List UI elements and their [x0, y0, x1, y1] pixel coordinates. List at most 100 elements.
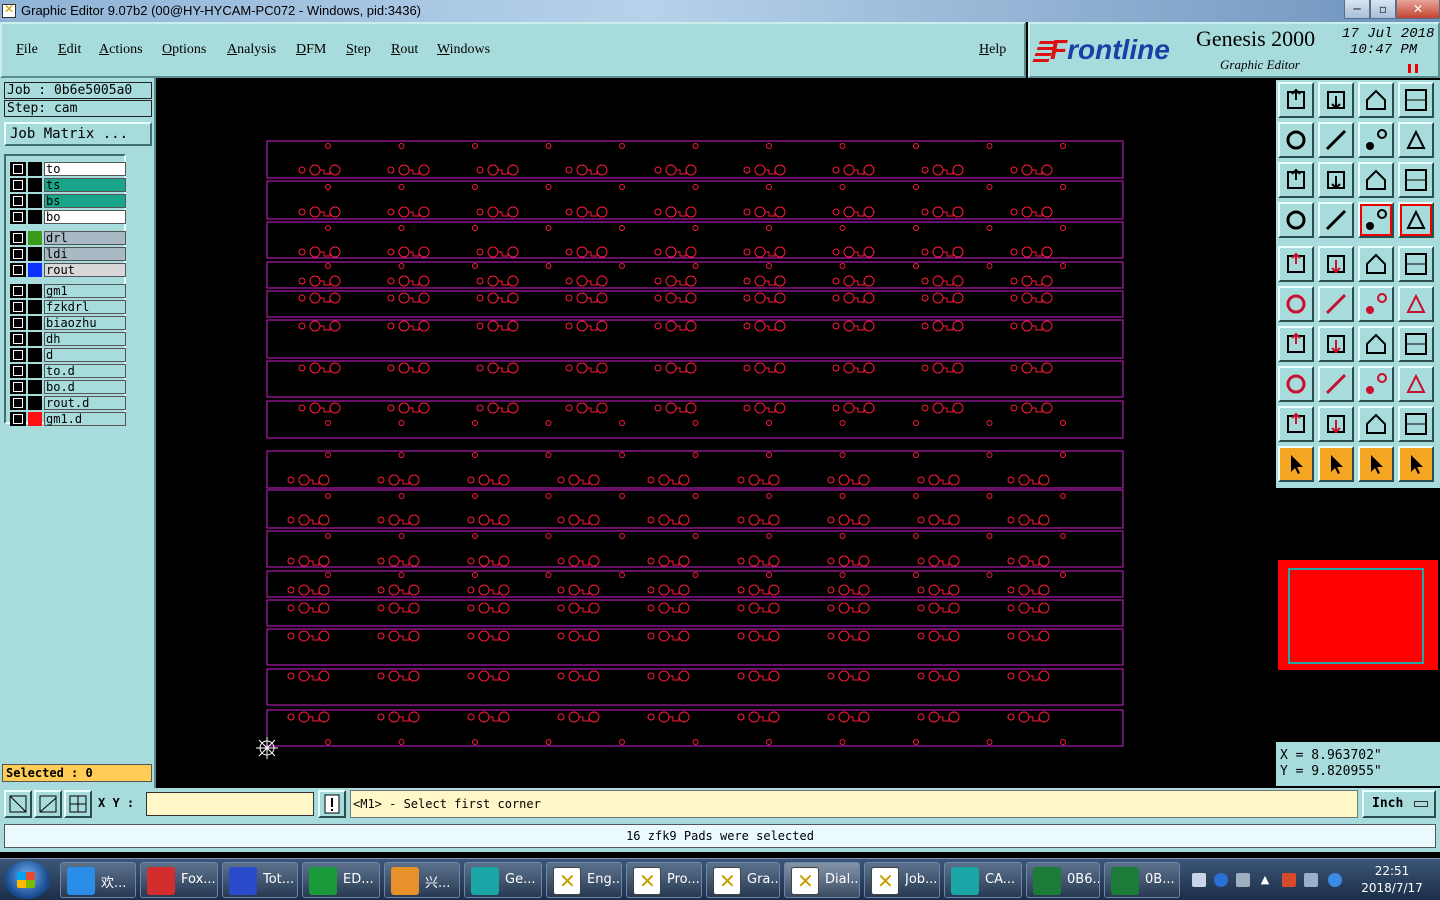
layer-red-button[interactable] [1358, 202, 1394, 238]
layer-name[interactable]: ldi [44, 247, 126, 261]
close-button[interactable]: ✕ [1396, 0, 1440, 19]
xy-input[interactable] [146, 792, 314, 816]
zoom-home-button[interactable] [1318, 162, 1354, 198]
layer-checkbox[interactable] [10, 348, 26, 362]
layer-color-swatch[interactable] [28, 380, 42, 394]
menu-help[interactable]: Help [979, 42, 1006, 58]
line-node-button[interactable] [1358, 286, 1394, 322]
layer-color-swatch[interactable] [28, 210, 42, 224]
pan-right-button[interactable] [1318, 122, 1354, 158]
layer-name[interactable]: to [44, 162, 126, 176]
pointer-net-button[interactable] [1398, 446, 1434, 482]
snap-settings-button[interactable] [1278, 202, 1314, 238]
network-icon[interactable] [1304, 873, 1318, 887]
snap-angle-button[interactable] [34, 790, 62, 818]
triangle-arrow-button[interactable] [1358, 406, 1394, 442]
layer-row-bo-d[interactable]: bo.d [10, 380, 126, 394]
layer-row-ts[interactable]: ts [10, 178, 126, 192]
triangle-up-button[interactable] [1398, 406, 1434, 442]
clock[interactable]: 22:51 2018/7/17 [1354, 863, 1430, 897]
taskbar-item[interactable]: 0B6... [1026, 862, 1100, 898]
layer-checkbox[interactable] [10, 364, 26, 378]
layer-row-rout-d[interactable]: rout.d [10, 396, 126, 410]
layer-row-to-d[interactable]: to.d [10, 364, 126, 378]
flag-icon[interactable] [1282, 873, 1296, 887]
snap-center-button[interactable] [64, 790, 92, 818]
layer-row-ldi[interactable]: ldi [10, 247, 126, 261]
pause-icon[interactable] [1408, 64, 1418, 73]
minimize-button[interactable]: ─ [1344, 0, 1370, 19]
layer-row-bo[interactable]: bo [10, 210, 126, 224]
taskbar-item[interactable]: ✕ Eng... [546, 862, 622, 898]
menu-windows[interactable]: Windows [437, 42, 490, 58]
pan-left-button[interactable] [1278, 122, 1314, 158]
layer-checkbox[interactable] [10, 300, 26, 314]
zoom-1-2-button[interactable] [1358, 162, 1394, 198]
layer-name[interactable]: to.d [44, 364, 126, 378]
layer-color-swatch[interactable] [28, 162, 42, 176]
layer-checkbox[interactable] [10, 210, 26, 224]
taskbar-item[interactable]: ✕ Dial... [784, 862, 860, 898]
pin-icon[interactable] [1236, 873, 1250, 887]
layer-row-drl[interactable]: drl [10, 231, 126, 245]
move-step-down-button[interactable] [1318, 82, 1354, 118]
line-button[interactable] [1318, 246, 1354, 282]
layer-checkbox[interactable] [10, 316, 26, 330]
layer-name[interactable]: rout [44, 263, 126, 277]
taskbar-item[interactable]: ED... [302, 862, 380, 898]
layer-checkbox[interactable] [10, 178, 26, 192]
triangle-button[interactable] [1278, 406, 1314, 442]
zoom-fit-button[interactable] [1278, 162, 1314, 198]
menu-actions[interactable]: Actions [99, 42, 143, 58]
mirror-button[interactable] [1398, 326, 1434, 362]
layer-name[interactable]: drl [44, 231, 126, 245]
layer-name[interactable]: fzkdrl [44, 300, 126, 314]
layer-checkbox[interactable] [10, 412, 26, 426]
layer-name[interactable]: dh [44, 332, 126, 346]
window-layout-button[interactable] [1398, 82, 1434, 118]
layer-checkbox[interactable] [10, 162, 26, 176]
layer-checkbox[interactable] [10, 247, 26, 261]
layer-name[interactable]: gm1 [44, 284, 126, 298]
layer-checkbox[interactable] [10, 263, 26, 277]
measure-line-button[interactable] [1318, 366, 1354, 402]
help-button[interactable] [1398, 162, 1434, 198]
taskbar-item[interactable]: Fox... [140, 862, 218, 898]
layer-name[interactable]: biaozhu [44, 316, 126, 330]
job-matrix-button[interactable]: Job Matrix ... [4, 122, 152, 146]
maximize-button[interactable]: ▫ [1370, 0, 1396, 19]
units-selector[interactable]: Inch [1362, 790, 1436, 818]
layer-name[interactable]: bo [44, 210, 126, 224]
layer-row-fzkdrl[interactable]: fzkdrl [10, 300, 126, 314]
layer-row-dh[interactable]: dh [10, 332, 126, 346]
graphic-canvas[interactable] [156, 78, 1276, 788]
line-node-alt-button[interactable] [1398, 286, 1434, 322]
circle-button[interactable] [1398, 246, 1434, 282]
keyboard-icon[interactable] [1192, 873, 1206, 887]
layer-checkbox[interactable] [10, 194, 26, 208]
measure-h-button[interactable] [1358, 366, 1394, 402]
layer-row-gm1-d[interactable]: gm1.d [10, 412, 126, 426]
menu-options[interactable]: Options [162, 42, 206, 58]
layer-color-swatch[interactable] [28, 284, 42, 298]
taskbar-item[interactable]: ✕ Job... [864, 862, 940, 898]
home-button[interactable] [1358, 82, 1394, 118]
rotate-button[interactable] [1358, 326, 1394, 362]
menu-file[interactable]: File [16, 42, 38, 58]
layer-color-swatch[interactable] [28, 194, 42, 208]
measure-button[interactable] [1278, 366, 1314, 402]
layer-color-swatch[interactable] [28, 263, 42, 277]
layer-row-to[interactable]: to [10, 162, 126, 176]
angle-button[interactable] [1278, 326, 1314, 362]
taskbar-item[interactable]: Ge... [464, 862, 542, 898]
start-button[interactable] [4, 861, 50, 899]
layer-name[interactable]: rout.d [44, 396, 126, 410]
layer-name[interactable]: gm1.d [44, 412, 126, 426]
layer-red-alt-button[interactable] [1398, 202, 1434, 238]
layer-row-d[interactable]: d [10, 348, 126, 362]
layer-color-swatch[interactable] [28, 247, 42, 261]
layer-row-gm1[interactable]: gm1 [10, 284, 126, 298]
volume-icon[interactable] [1328, 873, 1342, 887]
layer-name[interactable]: bo.d [44, 380, 126, 394]
taskbar-item[interactable]: ✕ Gra... [706, 862, 780, 898]
